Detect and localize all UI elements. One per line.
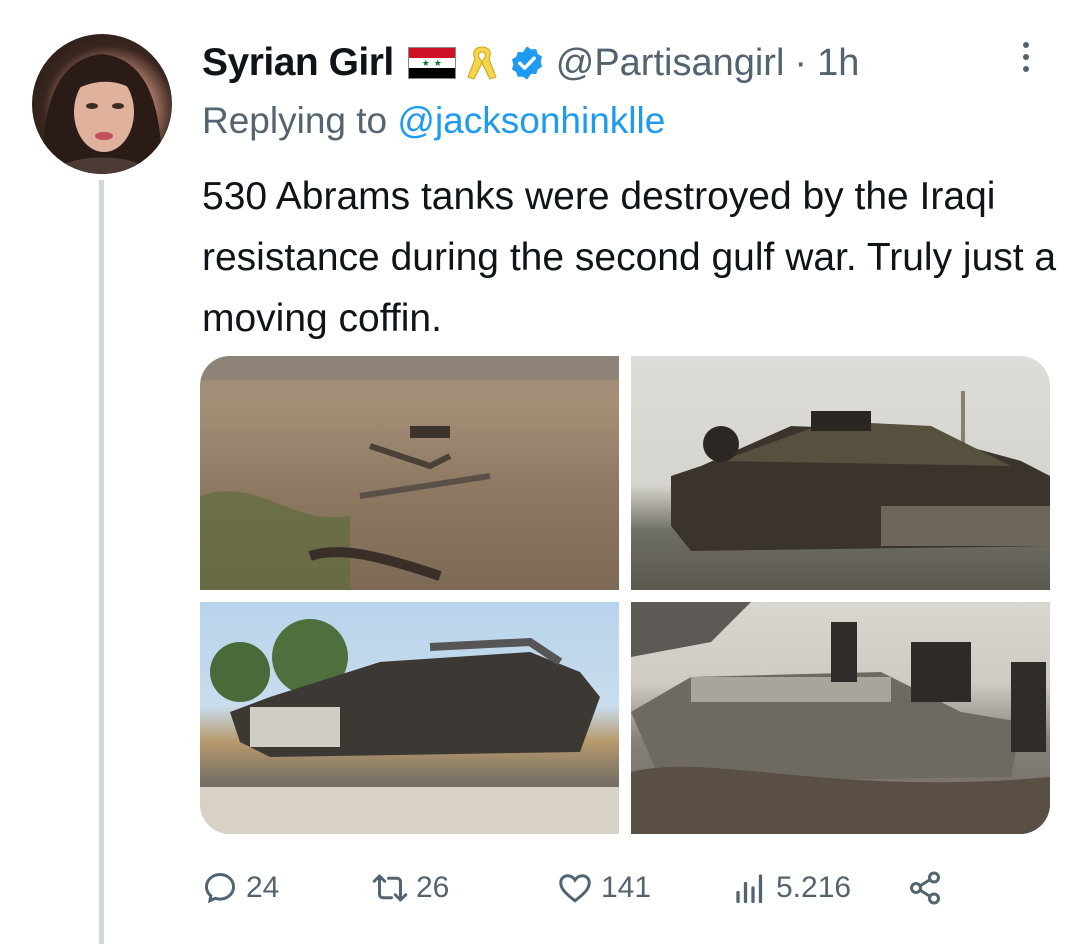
- media-image-1[interactable]: [200, 356, 619, 590]
- views-count: 5.216: [776, 871, 852, 904]
- more-options-icon[interactable]: [1016, 38, 1036, 78]
- like-button[interactable]: 141: [557, 862, 651, 914]
- reply-mention-link[interactable]: @jacksonhinklle: [397, 100, 665, 141]
- verified-badge-icon: [511, 46, 542, 80]
- yellow-ribbon-icon: [467, 46, 497, 80]
- share-button[interactable]: [907, 862, 951, 914]
- views-chart-icon: [736, 874, 763, 904]
- reply-icon: [204, 872, 236, 904]
- thread-line: [99, 180, 104, 944]
- reply-button[interactable]: 24: [202, 862, 279, 914]
- reply-prefix: Replying to: [202, 100, 388, 141]
- share-icon: [910, 871, 940, 905]
- reply-count: 24: [246, 871, 280, 904]
- retweet-icon: [372, 874, 408, 902]
- reply-context: Replying to @jacksonhinklle: [202, 100, 665, 142]
- author-handle[interactable]: @Partisangirl: [556, 42, 785, 85]
- media-image-2[interactable]: [631, 356, 1050, 590]
- separator-dot: ·: [794, 41, 808, 84]
- media-image-3[interactable]: [200, 602, 619, 834]
- tweet-header: Syrian Girl ★ ★ @Partisangirl · 1h: [202, 36, 859, 90]
- tweet-actions: 24 26 141 5.216: [202, 862, 962, 914]
- author-name[interactable]: Syrian Girl: [202, 41, 394, 85]
- heart-icon: [559, 874, 591, 903]
- retweet-count: 26: [416, 871, 450, 904]
- avatar[interactable]: [32, 34, 172, 174]
- tweet-time[interactable]: 1h: [817, 42, 859, 85]
- tweet-text: 530 Abrams tanks were destroyed by the I…: [202, 175, 1057, 340]
- like-count: 141: [601, 871, 652, 904]
- syria-flag-icon: ★ ★: [407, 47, 456, 79]
- retweet-button[interactable]: 26: [372, 862, 449, 914]
- media-grid: [200, 356, 1050, 834]
- views-button[interactable]: 5.216: [732, 862, 851, 914]
- media-image-4[interactable]: [631, 602, 1050, 834]
